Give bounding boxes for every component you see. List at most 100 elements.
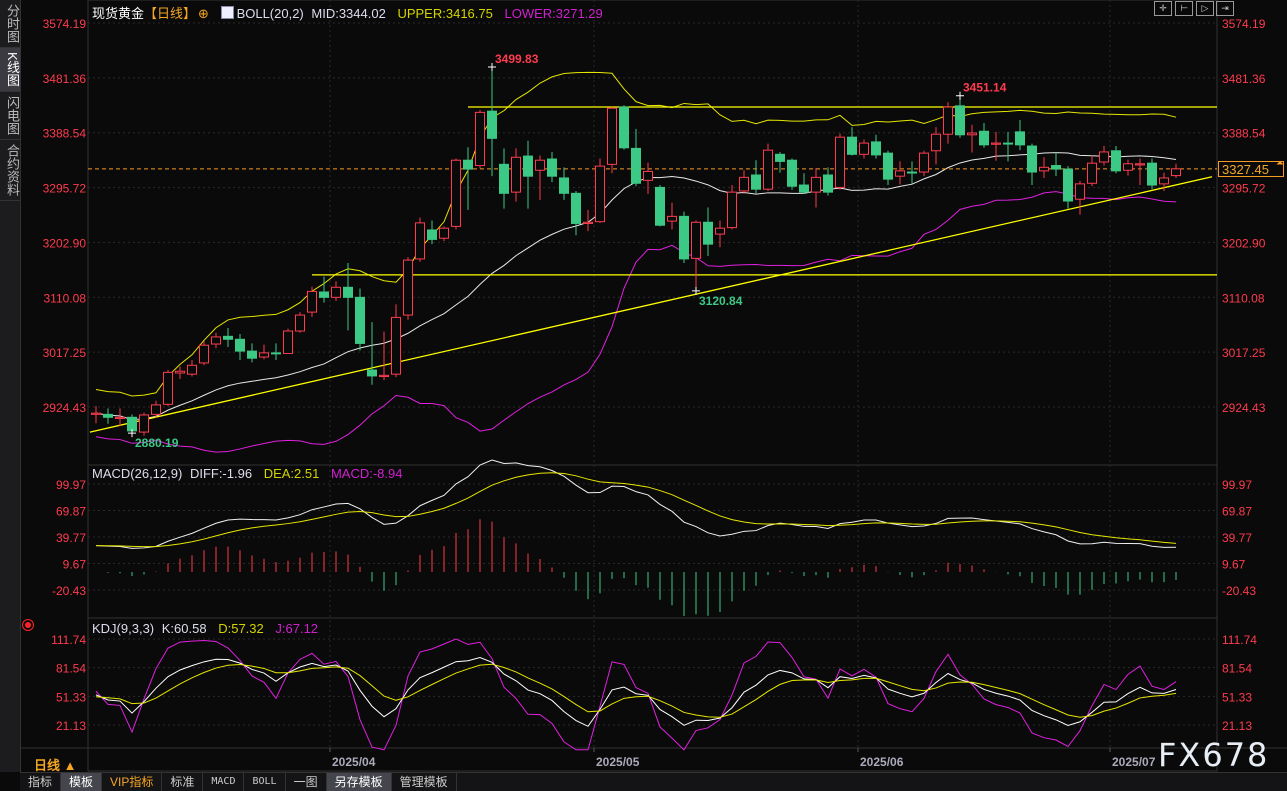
bottom-tab-1[interactable]: 模板 bbox=[61, 773, 103, 791]
candle-body bbox=[307, 290, 317, 313]
candle-body bbox=[991, 142, 1001, 145]
candle-body bbox=[1099, 151, 1109, 163]
kdj-j: J:67.12 bbox=[275, 621, 319, 636]
candle bbox=[907, 161, 917, 184]
candle bbox=[679, 211, 689, 264]
indicator-settings-icon[interactable] bbox=[25, 622, 31, 628]
candle-body bbox=[775, 153, 785, 162]
candle-body bbox=[895, 170, 905, 177]
candle bbox=[979, 122, 989, 148]
candle-body bbox=[511, 156, 521, 193]
date-axis-label: 2025/07 bbox=[1112, 755, 1156, 769]
zoom-left-icon[interactable]: ⊢ bbox=[1175, 1, 1193, 16]
candle bbox=[1051, 152, 1061, 177]
crosshair-icon[interactable]: ✛ bbox=[1154, 1, 1172, 16]
kdj-axis-label-left: 51.33 bbox=[56, 690, 86, 704]
bottom-tab-7[interactable]: 另存模板 bbox=[326, 773, 392, 791]
high-price-label: 3451.14 bbox=[963, 81, 1007, 95]
bottom-tab-4[interactable]: MACD bbox=[203, 773, 245, 791]
candle bbox=[847, 127, 857, 156]
kdj-j-line bbox=[95, 638, 1177, 751]
kdj-axis-label-right: 111.74 bbox=[1222, 633, 1257, 647]
bottom-tab-0[interactable]: 指标 bbox=[20, 773, 62, 791]
candle-body bbox=[715, 227, 725, 235]
candle-body bbox=[799, 184, 809, 193]
kdj-k: K:60.58 bbox=[161, 621, 207, 636]
candle-body bbox=[103, 413, 113, 418]
macd-axis-label-right: 9.67 bbox=[1222, 558, 1246, 572]
candle bbox=[631, 128, 641, 187]
bottom-tab-2[interactable]: VIP指标 bbox=[102, 773, 163, 791]
candle bbox=[163, 370, 173, 407]
boll-mid: MID:3344.02 bbox=[311, 6, 386, 21]
settings-icon[interactable]: ⊕ bbox=[198, 6, 209, 21]
candle-body bbox=[247, 350, 257, 359]
candle bbox=[607, 107, 617, 174]
candle bbox=[1063, 166, 1073, 209]
candle-body bbox=[583, 221, 593, 224]
candle-body bbox=[91, 412, 101, 415]
candle-body bbox=[535, 159, 545, 171]
candle bbox=[787, 158, 797, 190]
candle-body bbox=[391, 316, 401, 375]
candle-body bbox=[451, 159, 461, 227]
kline-chart[interactable]: 3574.19 3574.19 3481.36 3481.36 3388.54 3388.… bbox=[0, 0, 1287, 772]
macd-diff: DIFF:-1.96 bbox=[189, 466, 253, 481]
candle-body bbox=[1039, 166, 1049, 172]
price-axis-label-right: 3574.19 bbox=[1222, 17, 1266, 31]
macd-axis-label-right: 69.87 bbox=[1222, 505, 1252, 519]
candle bbox=[91, 406, 101, 424]
candle-body bbox=[115, 416, 125, 419]
period-tag: 【日线】 bbox=[144, 6, 197, 21]
price-axis-label-right: 2924.43 bbox=[1222, 401, 1266, 415]
candle-body bbox=[967, 132, 977, 136]
price-axis-label-right: 3295.72 bbox=[1222, 182, 1266, 196]
candle-body bbox=[823, 174, 833, 193]
price-axis-label-right: 3202.90 bbox=[1222, 236, 1266, 250]
candle-body bbox=[187, 364, 197, 375]
candle-body bbox=[367, 369, 377, 377]
candle bbox=[1015, 120, 1025, 151]
candle-body bbox=[355, 296, 365, 344]
candle-body bbox=[811, 176, 821, 193]
candle bbox=[283, 328, 293, 354]
candle-body bbox=[415, 222, 425, 260]
candle-body bbox=[223, 335, 233, 340]
move-right-icon[interactable]: ⇥ bbox=[1216, 1, 1234, 16]
panel-frame bbox=[87, 617, 1218, 749]
candle bbox=[715, 220, 725, 248]
candle-body bbox=[787, 159, 797, 187]
candle-body bbox=[727, 191, 737, 229]
candle-body bbox=[1087, 162, 1097, 184]
boll-mid-line bbox=[95, 152, 1177, 421]
candle bbox=[535, 155, 545, 200]
candle-body bbox=[463, 159, 473, 170]
candle bbox=[559, 167, 569, 200]
candle bbox=[235, 333, 245, 360]
candle-body bbox=[487, 110, 497, 139]
scroll-latest-icon[interactable]: ⏶ bbox=[1276, 158, 1284, 169]
candle-body bbox=[199, 344, 209, 364]
candle bbox=[727, 185, 737, 230]
candle bbox=[1075, 180, 1085, 215]
boll-lower: LOWER:3271.29 bbox=[504, 6, 603, 21]
candle bbox=[403, 257, 413, 320]
price-axis-label-left: 3202.90 bbox=[43, 236, 87, 250]
candle bbox=[1171, 163, 1181, 178]
candle bbox=[499, 148, 509, 209]
bottom-tab-5[interactable]: BOLL bbox=[244, 773, 286, 791]
zoom-right-icon[interactable]: ▷ bbox=[1196, 1, 1214, 16]
candle-body bbox=[691, 221, 701, 259]
candle-body bbox=[151, 404, 161, 415]
candle bbox=[703, 207, 713, 256]
candle-body bbox=[439, 227, 449, 239]
boll-chart-icon[interactable] bbox=[220, 6, 234, 19]
bottom-tab-6[interactable]: 一图 bbox=[286, 773, 327, 791]
bottom-tab-3[interactable]: 标准 bbox=[162, 773, 204, 791]
low-price-label: 3120.84 bbox=[699, 294, 743, 308]
candle bbox=[523, 140, 533, 209]
bottom-tab-8[interactable]: 管理模板 bbox=[392, 773, 457, 791]
candle bbox=[391, 304, 401, 378]
macd-dea: DEA:2.51 bbox=[263, 466, 320, 481]
candle bbox=[859, 139, 869, 159]
